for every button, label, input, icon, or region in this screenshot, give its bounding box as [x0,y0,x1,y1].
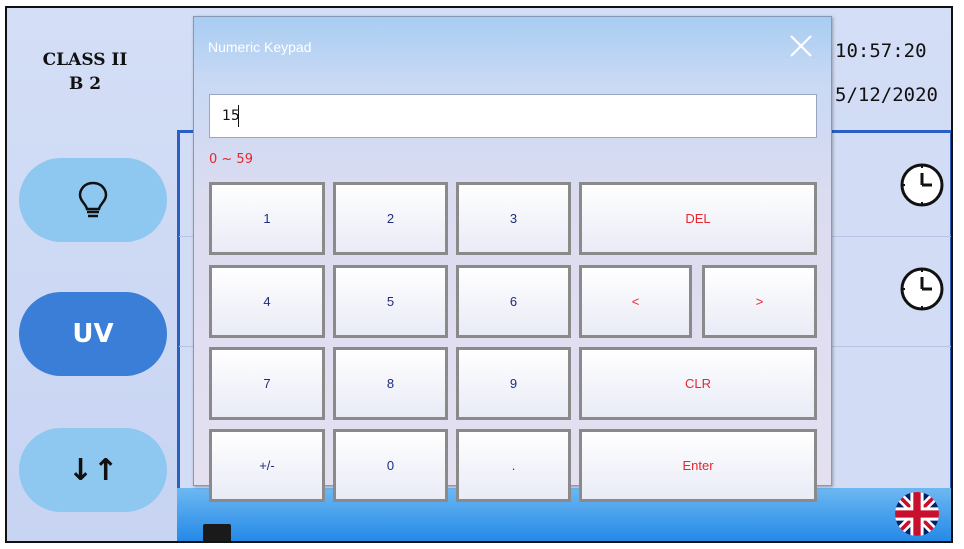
cabinet-model-label: B 2 [68,74,102,94]
light-toggle-button[interactable] [19,158,167,242]
sign-toggle-button[interactable]: +/- [209,429,325,502]
airflow-button[interactable]: ↓↑ [19,428,167,512]
lightbulb-icon [78,181,108,218]
key-2[interactable]: 2 [333,182,448,255]
key-7[interactable]: 7 [209,347,325,420]
key-4[interactable]: 4 [209,265,325,338]
key-0[interactable]: 0 [333,429,448,502]
decimal-point-button[interactable]: . [456,429,571,502]
uv-label: UV [72,319,114,349]
status-icon [203,524,231,541]
delete-button[interactable]: DEL [579,182,817,255]
close-icon[interactable] [786,31,816,61]
key-9[interactable]: 9 [456,347,571,420]
arrows-up-down-icon: ↓↑ [67,452,119,488]
clock-icon[interactable] [897,264,947,314]
key-6[interactable]: 6 [456,265,571,338]
clear-button[interactable]: CLR [579,347,817,420]
enter-button[interactable]: Enter [579,429,817,502]
key-3[interactable]: 3 [456,182,571,255]
numeric-keypad-dialog: Numeric Keypad 0 ~ 59 1 2 3 DEL 4 5 6 < … [193,16,832,502]
clock-date: 5/12/2020 [835,84,938,106]
clock-time: 10:57:20 [835,40,927,62]
key-1[interactable]: 1 [209,182,325,255]
uk-flag-icon[interactable] [895,492,939,536]
text-caret [238,105,239,127]
range-hint: 0 ~ 59 [209,152,253,167]
key-5[interactable]: 5 [333,265,448,338]
clock-icon[interactable] [897,160,947,210]
cursor-left-button[interactable]: < [579,265,692,338]
value-input[interactable] [209,94,817,138]
cabinet-class-label: CLASS II [42,50,128,70]
key-8[interactable]: 8 [333,347,448,420]
cursor-right-button[interactable]: > [702,265,817,338]
uv-button[interactable]: UV [19,292,167,376]
dialog-title: Numeric Keypad [208,39,312,55]
